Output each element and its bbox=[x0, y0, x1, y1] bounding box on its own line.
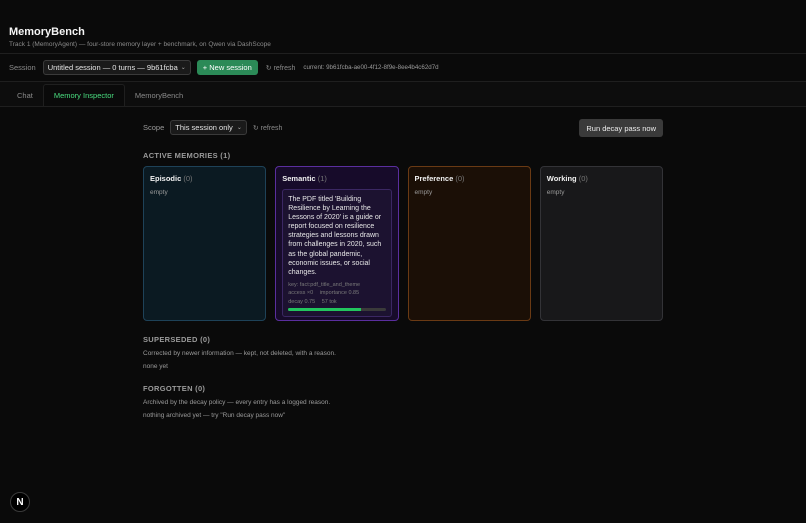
store-header: Episodic (0) bbox=[150, 174, 259, 183]
app-subtitle: Track 1 (MemoryAgent) — four-store memor… bbox=[9, 41, 271, 48]
decay-bar bbox=[288, 308, 386, 312]
superseded-empty-text: none yet bbox=[143, 363, 168, 370]
tab-bar: Chat Memory Inspector MemoryBench bbox=[0, 82, 806, 107]
memory-inspector-panel: Scope This session only ⌄ ↻ refresh Run … bbox=[143, 119, 663, 419]
session-select[interactable]: Untitled session — 0 turns — 9b61fcba ⌄ bbox=[42, 60, 191, 75]
store-header: Working (0) bbox=[547, 174, 656, 183]
tab-memorybench[interactable]: MemoryBench bbox=[125, 84, 193, 106]
app-header: MemoryBench Track 1 (MemoryAgent) — four… bbox=[0, 0, 806, 54]
scope-select[interactable]: This session only ⌄ bbox=[170, 120, 247, 135]
store-name: Episodic bbox=[150, 174, 182, 183]
memory-tokens: 57 tok bbox=[321, 298, 337, 305]
scope-refresh-link[interactable]: ↻ refresh bbox=[253, 124, 283, 132]
new-session-button[interactable]: + New session bbox=[196, 60, 258, 75]
store-empty-text: empty bbox=[150, 189, 168, 196]
store-empty-text: empty bbox=[546, 189, 565, 196]
memory-text: The PDF titled 'Building Resilience by L… bbox=[288, 196, 382, 276]
session-refresh-link[interactable]: ↻ refresh bbox=[266, 64, 296, 72]
store-empty-text: empty bbox=[414, 189, 433, 196]
memory-stats: access ×0 importance 0.85 bbox=[288, 289, 385, 298]
current-session-id: current: 9b61fcba-ae00-4f12-8f9e-8ee4b4c… bbox=[303, 64, 439, 71]
forgotten-desc: Archived by the decay policy — every ent… bbox=[143, 399, 331, 406]
memory-stores: Episodic (0) empty Semantic (1) The PDF … bbox=[143, 166, 663, 321]
memory-meta: key: fact:pdf_title_and_theme access ×0 … bbox=[288, 281, 385, 307]
forgotten-title: FORGOTTEN (0) bbox=[143, 384, 206, 393]
store-count: (0) bbox=[183, 174, 193, 183]
run-decay-button[interactable]: Run decay pass now bbox=[579, 119, 663, 137]
memory-access: access ×0 bbox=[288, 290, 314, 297]
scope-row: Scope This session only ⌄ ↻ refresh Run … bbox=[143, 119, 663, 137]
store-header: Semantic (1) bbox=[282, 174, 391, 183]
chevron-down-icon: ⌄ bbox=[236, 125, 242, 131]
nextjs-logo-icon[interactable]: N bbox=[10, 492, 30, 512]
scope-select-value: This session only bbox=[175, 123, 233, 132]
store-preference: Preference (0) empty bbox=[407, 166, 531, 321]
memory-decay: decay 0.75 bbox=[288, 298, 316, 305]
memory-key: key: fact:pdf_title_and_theme bbox=[288, 281, 361, 288]
app-title: MemoryBench bbox=[9, 26, 85, 38]
superseded-desc: Corrected by newer information — kept, n… bbox=[143, 350, 336, 357]
tab-memory-inspector[interactable]: Memory Inspector bbox=[42, 84, 125, 106]
store-count: (0) bbox=[578, 174, 588, 183]
store-semantic: Semantic (1) The PDF titled 'Building Re… bbox=[275, 166, 399, 321]
store-name: Semantic bbox=[282, 174, 316, 183]
forgotten-empty-text: nothing archived yet — try "Run decay pa… bbox=[143, 412, 286, 419]
scope-label: Scope bbox=[143, 123, 165, 132]
chevron-down-icon: ⌄ bbox=[180, 65, 186, 71]
session-label: Session bbox=[9, 63, 36, 72]
active-memories-title: ACTIVE MEMORIES (1) bbox=[143, 151, 231, 160]
superseded-title: SUPERSEDED (0) bbox=[143, 335, 211, 344]
memory-card[interactable]: The PDF titled 'Building Resilience by L… bbox=[282, 189, 392, 318]
store-episodic: Episodic (0) empty bbox=[143, 166, 267, 321]
memory-decay-row: decay 0.75 57 tok bbox=[288, 298, 385, 307]
store-name: Working bbox=[546, 174, 577, 183]
store-count: (0) bbox=[455, 174, 465, 183]
store-name: Preference bbox=[414, 174, 454, 183]
session-bar: Session Untitled session — 0 turns — 9b6… bbox=[0, 54, 806, 82]
session-select-value: Untitled session — 0 turns — 9b61fcba bbox=[47, 63, 178, 72]
store-working: Working (0) empty bbox=[539, 166, 663, 321]
decay-bar-fill bbox=[288, 308, 362, 312]
memory-importance: importance 0.85 bbox=[319, 290, 360, 297]
store-count: (1) bbox=[317, 174, 327, 183]
tab-chat[interactable]: Chat bbox=[7, 84, 43, 106]
store-header: Preference (0) bbox=[415, 174, 524, 183]
